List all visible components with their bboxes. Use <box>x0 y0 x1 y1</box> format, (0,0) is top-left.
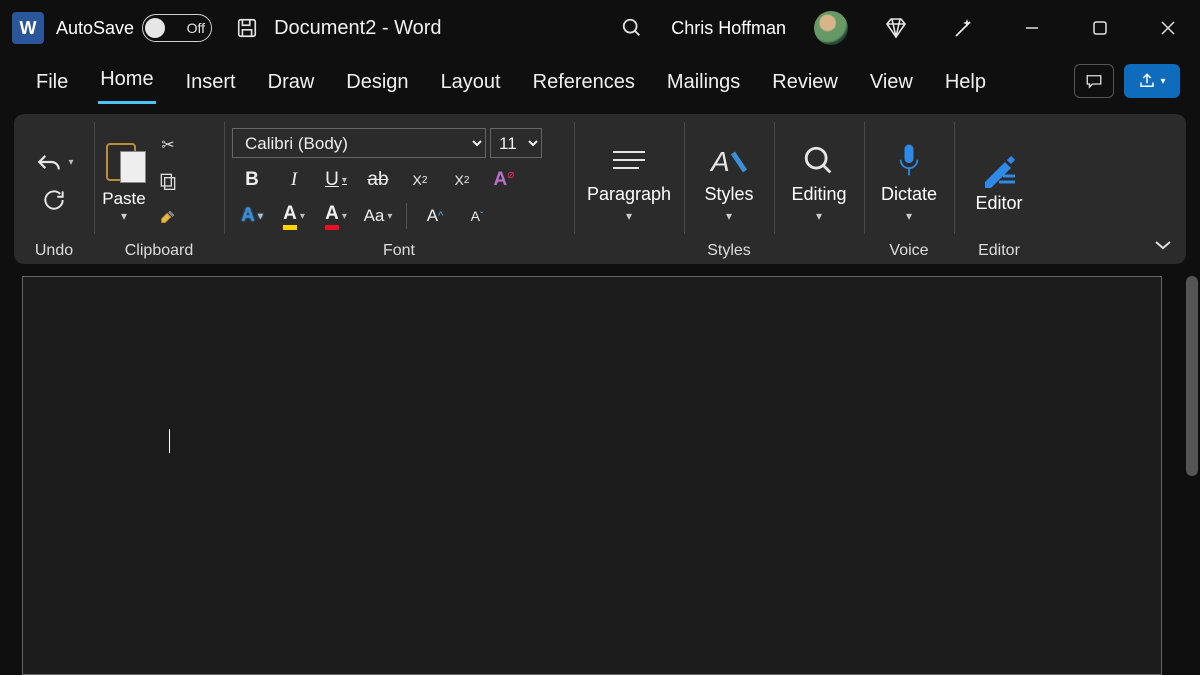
user-name: Chris Hoffman <box>671 18 786 39</box>
editor-button[interactable]: Editor <box>961 145 1036 214</box>
chevron-down-icon: ▾ <box>726 209 732 223</box>
editor-pen-icon <box>979 151 1019 189</box>
document-page[interactable] <box>22 276 1162 675</box>
chevron-down-icon: ▾ <box>626 209 632 223</box>
paragraph-button[interactable]: Paragraph ▾ <box>573 136 685 223</box>
tab-home[interactable]: Home <box>98 60 155 104</box>
share-button[interactable]: ▾ <box>1124 64 1180 98</box>
group-label-clipboard: Clipboard <box>102 238 216 260</box>
chevron-down-icon: ▾ <box>121 209 127 223</box>
chevron-down-icon: ▾ <box>1160 76 1165 87</box>
close-button[interactable] <box>1148 8 1188 48</box>
tab-references[interactable]: References <box>531 63 637 104</box>
group-label-undo: Undo <box>22 238 86 260</box>
clear-formatting-button[interactable]: A⌀ <box>490 166 518 194</box>
tab-help[interactable]: Help <box>943 63 988 104</box>
search-icon <box>802 142 836 180</box>
document-title: Document2 - Word <box>274 17 441 40</box>
tab-mailings[interactable]: Mailings <box>665 63 742 104</box>
save-icon[interactable] <box>234 15 260 41</box>
tab-file[interactable]: File <box>34 63 70 104</box>
font-name-select[interactable]: Calibri (Body) <box>232 128 486 158</box>
tab-draw[interactable]: Draw <box>266 63 317 104</box>
italic-button[interactable]: I <box>280 166 308 194</box>
vertical-scrollbar[interactable] <box>1186 276 1198 476</box>
paragraph-label: Paragraph <box>587 184 671 205</box>
editing-button[interactable]: Editing ▾ <box>777 136 860 223</box>
search-icon[interactable] <box>621 17 643 39</box>
wand-icon[interactable] <box>944 8 984 48</box>
highlight-button[interactable]: A▾ <box>280 202 308 230</box>
chevron-down-icon: ▾ <box>300 211 305 222</box>
chevron-down-icon: ▾ <box>906 209 912 223</box>
font-size-select[interactable]: 11 <box>490 128 542 158</box>
format-painter-button[interactable] <box>156 205 180 229</box>
collapse-ribbon-button[interactable] <box>1154 238 1172 256</box>
repeat-button[interactable] <box>34 187 73 213</box>
ribbon-tabs: File Home Insert Draw Design Layout Refe… <box>0 56 1200 104</box>
title-bar: W AutoSave Off Document2 - Word Chris Ho… <box>0 0 1200 56</box>
superscript-button[interactable]: X2 <box>448 166 476 194</box>
chevron-down-icon: ▾ <box>816 209 822 223</box>
tab-insert[interactable]: Insert <box>184 63 238 104</box>
paragraph-icon <box>609 142 649 180</box>
cut-button[interactable]: ✂ <box>156 133 180 157</box>
autosave-toggle[interactable]: Off <box>142 14 212 42</box>
chevron-down-icon: ▾ <box>342 175 347 186</box>
group-label-voice: Voice <box>872 238 946 260</box>
strikethrough-button[interactable]: ab <box>364 166 392 194</box>
undo-button[interactable]: ▾ <box>34 151 73 173</box>
editing-label: Editing <box>791 184 846 205</box>
underline-button[interactable]: U▾ <box>322 166 350 194</box>
autosave-label: AutoSave <box>56 18 134 39</box>
ribbon-home: ▾ Undo Paste ▾ ✂ <box>14 114 1186 264</box>
chevron-down-icon: ▾ <box>342 211 347 222</box>
autosave-state: Off <box>187 20 205 36</box>
paste-icon <box>102 139 146 185</box>
font-color-button[interactable]: A▾ <box>322 202 350 230</box>
svg-text:A: A <box>709 146 730 177</box>
styles-button[interactable]: A Styles ▾ <box>690 136 767 223</box>
tab-layout[interactable]: Layout <box>439 63 503 104</box>
chevron-down-icon: ▾ <box>387 211 392 222</box>
paste-label: Paste <box>102 189 145 209</box>
text-cursor <box>169 429 170 453</box>
change-case-button[interactable]: Aa▾ <box>364 202 392 230</box>
maximize-button[interactable] <box>1080 8 1120 48</box>
word-app-icon: W <box>12 12 44 44</box>
subscript-button[interactable]: X2 <box>406 166 434 194</box>
tab-design[interactable]: Design <box>344 63 410 104</box>
bold-button[interactable]: B <box>238 166 266 194</box>
toggle-knob-icon <box>145 18 165 38</box>
microphone-icon <box>894 142 924 180</box>
shrink-font-button[interactable]: Aˇ <box>463 202 491 230</box>
styles-icon: A <box>709 142 749 180</box>
minimize-button[interactable] <box>1012 8 1052 48</box>
diamond-premium-icon[interactable] <box>876 8 916 48</box>
editor-label: Editor <box>975 193 1022 214</box>
group-label-styles: Styles <box>692 238 766 260</box>
comments-button[interactable] <box>1074 64 1114 98</box>
group-label-font: Font <box>232 238 566 260</box>
tab-view[interactable]: View <box>868 63 915 104</box>
user-avatar[interactable] <box>814 11 848 45</box>
tab-review[interactable]: Review <box>770 63 840 104</box>
dictate-button[interactable]: Dictate ▾ <box>867 136 951 223</box>
document-area <box>0 276 1200 675</box>
grow-font-button[interactable]: A^ <box>421 202 449 230</box>
chevron-down-icon: ▾ <box>258 211 263 222</box>
separator <box>406 203 407 229</box>
chevron-down-icon: ▾ <box>68 157 73 168</box>
dictate-label: Dictate <box>881 184 937 205</box>
text-effects-button[interactable]: A▾ <box>238 202 266 230</box>
paste-button[interactable]: Paste ▾ <box>102 135 146 223</box>
group-label-editor: Editor <box>962 238 1036 260</box>
copy-button[interactable] <box>156 169 180 193</box>
styles-label: Styles <box>704 184 753 205</box>
